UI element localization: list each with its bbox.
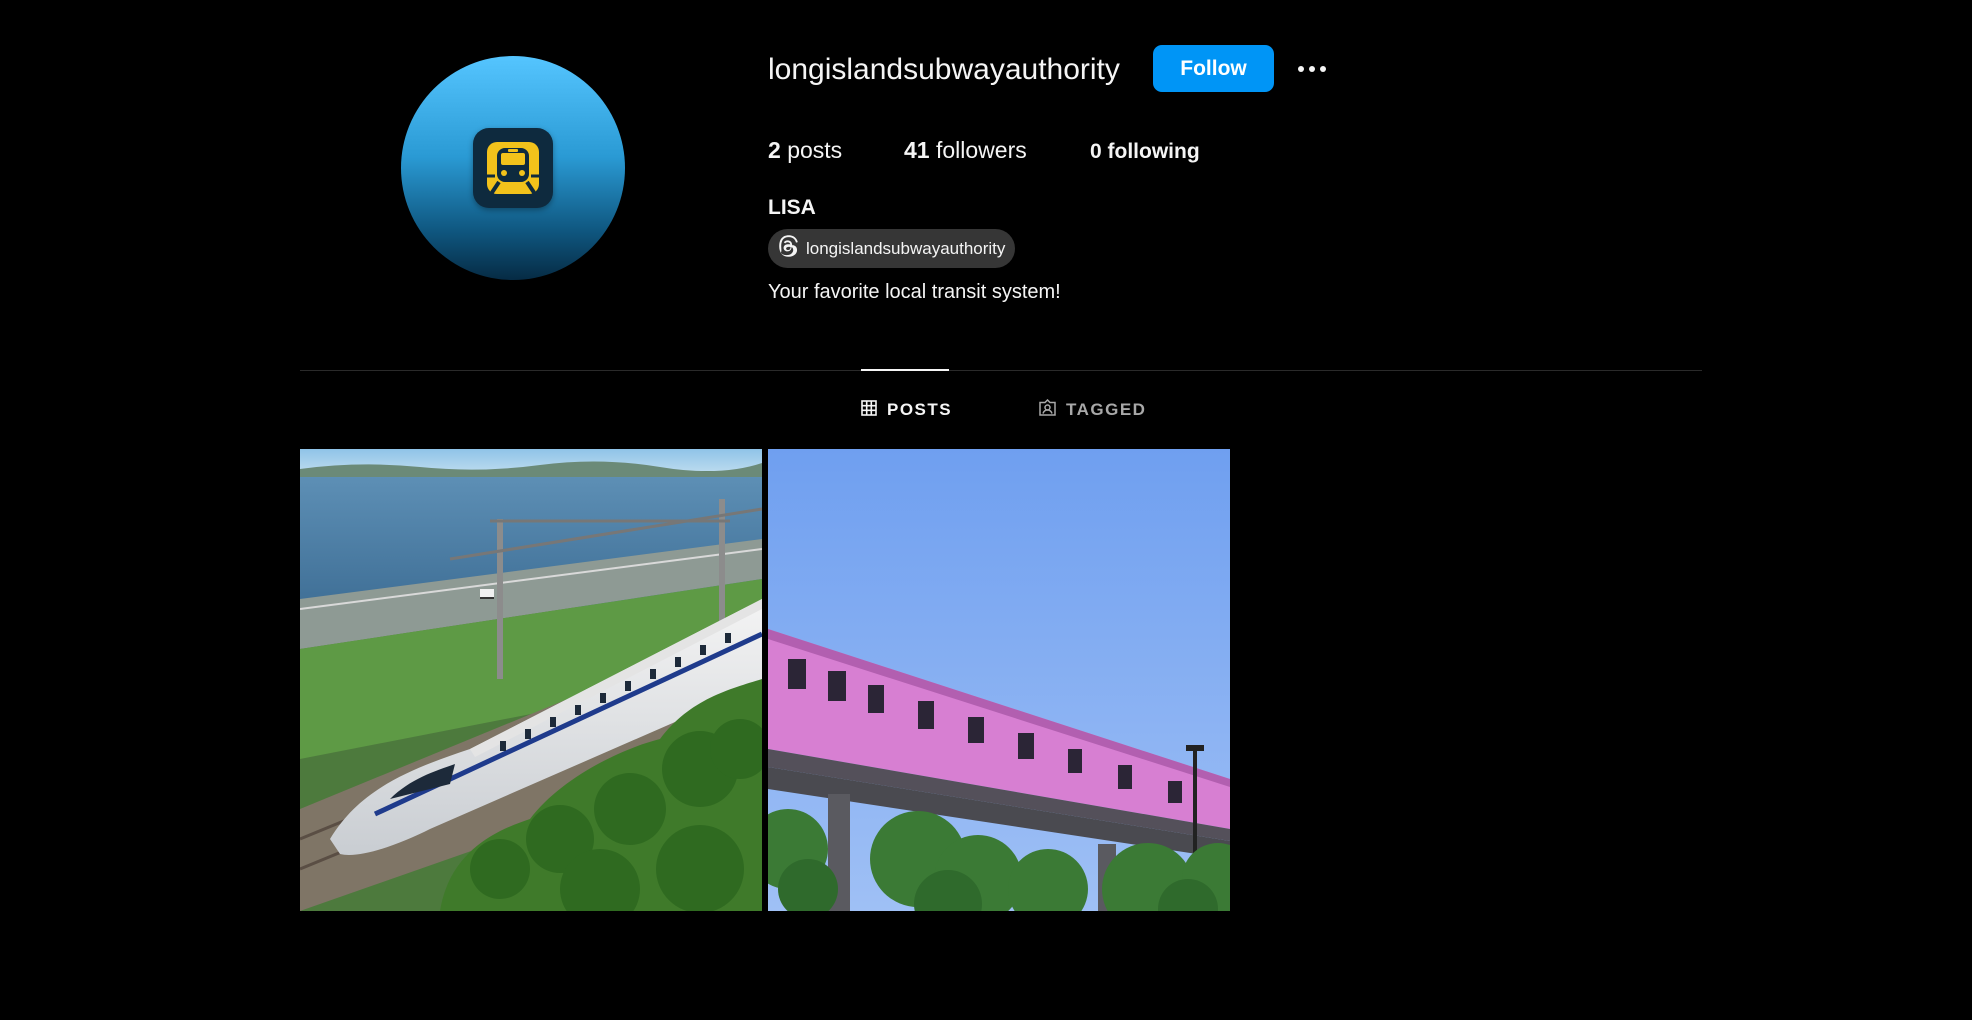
threads-handle: longislandsubwayauthority (806, 238, 1006, 258)
dot (1298, 66, 1304, 72)
followers-label: followers (935, 137, 1027, 163)
grid-icon (861, 399, 877, 421)
tab-tagged-label: TAGGED (1066, 400, 1147, 419)
tab-tagged[interactable]: TAGGED (1039, 395, 1146, 425)
tagged-icon (1039, 398, 1056, 421)
profile-username: longislandsubwayauthority (768, 53, 1120, 86)
posts-label: posts (787, 137, 843, 163)
display-name: LISA (768, 196, 816, 219)
posts-count: 2 (768, 137, 781, 163)
following-count: 0 (1090, 140, 1102, 163)
photo-pink-elevated-train (768, 449, 1230, 911)
dot (1309, 66, 1315, 72)
post-thumbnail-pink-train[interactable] (768, 449, 1230, 911)
posts-count-stat: 2 posts (768, 135, 842, 165)
train-icon (473, 128, 553, 208)
threads-link[interactable]: longislandsubwayauthority (768, 229, 1016, 268)
tabs-divider (300, 370, 1702, 371)
following-label: following (1107, 140, 1200, 163)
tab-posts[interactable]: POSTS (861, 395, 952, 425)
profile-bio: Your favorite local transit system! (768, 281, 1061, 303)
following-stat[interactable]: 0 following (1090, 137, 1200, 167)
photo-bullet-train-coast (300, 449, 762, 911)
threads-icon (776, 234, 800, 263)
tab-posts-label: POSTS (887, 400, 953, 419)
followers-count: 41 (904, 137, 930, 163)
post-thumbnail-bullet-train[interactable] (300, 449, 762, 911)
profile-avatar[interactable] (401, 56, 625, 280)
follow-button[interactable]: Follow (1153, 45, 1274, 92)
active-tab-indicator (861, 369, 949, 371)
followers-stat[interactable]: 41 followers (904, 135, 1027, 165)
dot (1320, 66, 1326, 72)
more-options-icon[interactable] (1292, 54, 1332, 84)
